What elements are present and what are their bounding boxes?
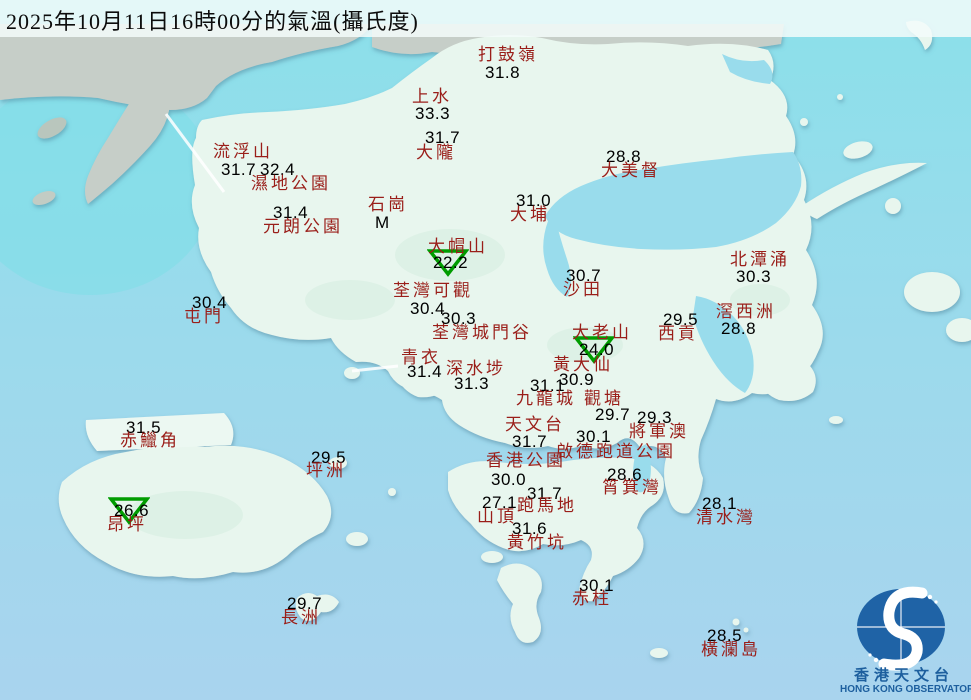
- station-name: 九龍城: [516, 389, 576, 408]
- station-name: 將軍澳: [629, 422, 689, 441]
- station-name: 跑馬地: [517, 496, 577, 515]
- station-value: 31.7: [512, 432, 548, 451]
- station-value: 31.8: [485, 63, 521, 82]
- station-name: 沙田: [563, 280, 603, 299]
- station-value: 22.2: [433, 253, 469, 272]
- hko-logo: 香港天文台 HONG KONG OBSERVATORY: [840, 578, 971, 700]
- station-value: 30.4: [410, 299, 446, 318]
- station-name: 坪洲: [306, 461, 346, 480]
- station-value: 30.3: [736, 267, 772, 286]
- station-name: 屯門: [184, 307, 224, 326]
- station-name: 昂坪: [107, 515, 147, 534]
- station-name: 橫瀾島: [701, 640, 761, 659]
- station-name: 香港公園: [486, 451, 566, 470]
- station-name: 上水: [412, 87, 452, 106]
- station-value: 31.3: [454, 374, 490, 393]
- station-name: 荃灣可觀: [393, 281, 473, 300]
- station-name: 啟德跑道公園: [556, 442, 676, 461]
- station-name: 濕地公園: [251, 174, 331, 193]
- station-name: 北潭涌: [730, 250, 790, 269]
- station-name: 元朗公園: [263, 217, 343, 236]
- station-name: 赤柱: [572, 589, 612, 608]
- station-name: 清水灣: [696, 508, 756, 527]
- station-value: 29.7: [595, 405, 631, 424]
- station-value: M: [375, 213, 390, 232]
- station-value: 28.8: [721, 319, 757, 338]
- station-name: 流浮山: [213, 142, 273, 161]
- hko-logo-chinese-name: 香港天文台: [853, 668, 954, 684]
- station-value: 30.0: [491, 470, 527, 489]
- station-value: 31.4: [407, 362, 443, 381]
- map-title: 2025年10月11日16時00分的氣溫(攝氏度): [6, 9, 419, 34]
- hko-logo-english-name: HONG KONG OBSERVATORY: [840, 684, 971, 695]
- station-name: 天文台: [505, 415, 565, 434]
- station-name: 大隴: [416, 143, 456, 162]
- station-name: 山頂: [477, 507, 517, 526]
- station-name: 黃竹坑: [507, 533, 567, 552]
- station-name: 長洲: [281, 608, 321, 627]
- station-name: 大埔: [510, 205, 550, 224]
- station-name: 大老山: [572, 323, 632, 342]
- station-name: 筲箕灣: [602, 478, 662, 497]
- station-name: 西貢: [658, 324, 698, 343]
- station-name: 荃灣城門谷: [432, 323, 532, 342]
- hong-kong-basemap: [0, 0, 971, 700]
- station-name: 赤鱲角: [120, 431, 180, 450]
- station-name: 大美督: [601, 161, 661, 180]
- station-name: 打鼓嶺: [478, 45, 538, 64]
- station-name: 石崗: [368, 195, 408, 214]
- station-value: 33.3: [415, 104, 451, 123]
- station-name: 滘西洲: [716, 302, 776, 321]
- temperature-map: 2025年10月11日16時00分的氣溫(攝氏度) 打鼓嶺 31.8 上水 33.3 3…: [0, 0, 971, 700]
